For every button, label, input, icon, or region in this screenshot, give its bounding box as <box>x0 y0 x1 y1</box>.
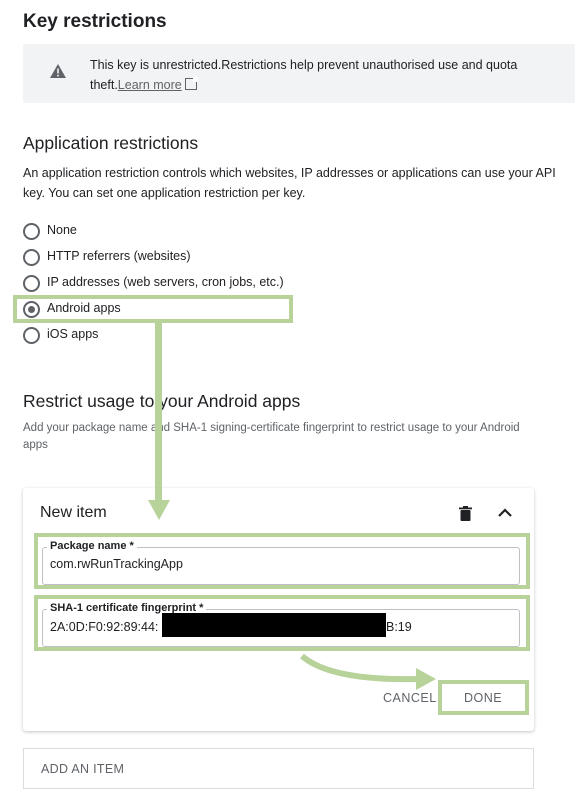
learn-more-link[interactable]: Learn more <box>118 78 182 92</box>
radio-label: IP addresses (web servers, cron jobs, et… <box>47 275 284 289</box>
android-restrictions-title: Restrict usage to your Android apps <box>23 391 301 411</box>
radio-label: None <box>47 223 77 237</box>
radio-button[interactable] <box>23 249 40 266</box>
new-item-title: New item <box>40 504 107 521</box>
radio-label: iOS apps <box>47 327 99 341</box>
radio-label: HTTP referrers (websites) <box>47 249 191 263</box>
application-restrictions-title: Application restrictions <box>23 133 199 153</box>
android-apps-highlight <box>13 295 293 323</box>
trash-icon[interactable] <box>459 506 472 521</box>
add-an-item-button[interactable]: ADD AN ITEM <box>23 748 534 789</box>
done-button-highlight <box>438 680 529 715</box>
external-link-icon <box>184 77 198 90</box>
radio-button[interactable] <box>23 275 40 292</box>
warning-icon <box>50 64 66 78</box>
add-an-item-label: ADD AN ITEM <box>41 762 125 776</box>
cancel-button[interactable]: CANCEL <box>383 691 437 705</box>
radio-button[interactable] <box>23 223 40 240</box>
application-restrictions-description: An application restriction controls whic… <box>23 166 556 200</box>
sha1-fingerprint-highlight <box>34 595 530 651</box>
banner-message: This key is unrestricted.Restrictions he… <box>90 55 560 95</box>
android-restrictions-description: Add your package name and SHA-1 signing-… <box>23 422 520 451</box>
chevron-up-icon[interactable] <box>497 506 513 518</box>
key-restrictions-title: Key restrictions <box>23 11 167 32</box>
package-name-highlight <box>34 533 530 589</box>
radio-button[interactable] <box>23 327 40 344</box>
